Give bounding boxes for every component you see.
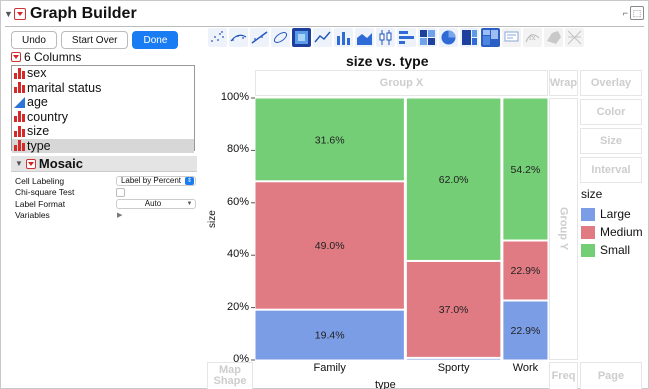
legend-item-large[interactable]: Large: [581, 207, 631, 221]
x-axis-label[interactable]: type: [375, 379, 396, 389]
y-tick-label: 20%: [226, 300, 249, 313]
x-tick-label: Work: [512, 362, 539, 374]
x-tick-label: Sporty: [437, 362, 470, 374]
legend-swatch: [581, 207, 595, 221]
legend-swatch: [581, 243, 595, 257]
legend-item-small[interactable]: Small: [581, 243, 630, 257]
legend-label: Small: [600, 243, 631, 257]
legend-swatch: [581, 225, 595, 239]
cell-percent-label: 49.0%: [315, 240, 345, 252]
mosaic-cell-sporty-large[interactable]: [405, 357, 502, 361]
legend-label: Medium: [600, 225, 643, 239]
x-tick-label: Family: [313, 362, 346, 374]
cell-percent-label: 37.0%: [439, 304, 469, 316]
graph-builder-window: ▼ Graph Builder ⌐ ⬚ Undo Start Over Done…: [0, 0, 649, 389]
y-tick-label: 80%: [226, 143, 249, 156]
y-tick-label: 0%: [233, 353, 249, 365]
cell-percent-label: 22.9%: [511, 325, 541, 337]
cell-percent-label: 62.0%: [439, 174, 469, 186]
y-tick-label: 40%: [226, 248, 249, 261]
y-tick-label: 100%: [220, 91, 249, 103]
cell-percent-label: 31.6%: [315, 134, 345, 146]
legend-item-medium[interactable]: Medium: [581, 225, 643, 239]
y-tick-label: 60%: [226, 195, 249, 208]
y-axis-label[interactable]: size: [207, 210, 218, 228]
legend-label: Large: [600, 207, 631, 221]
legend-title: size: [581, 187, 603, 201]
cell-percent-label: 22.9%: [511, 265, 541, 277]
mosaic-chart: 19.4% 49.0% 31.6% 37.0% 62.0% 22.9% 22.9% 54.2%: [251, 97, 549, 361]
cell-percent-label: 19.4%: [315, 330, 345, 342]
cell-percent-label: 54.2%: [511, 164, 541, 176]
